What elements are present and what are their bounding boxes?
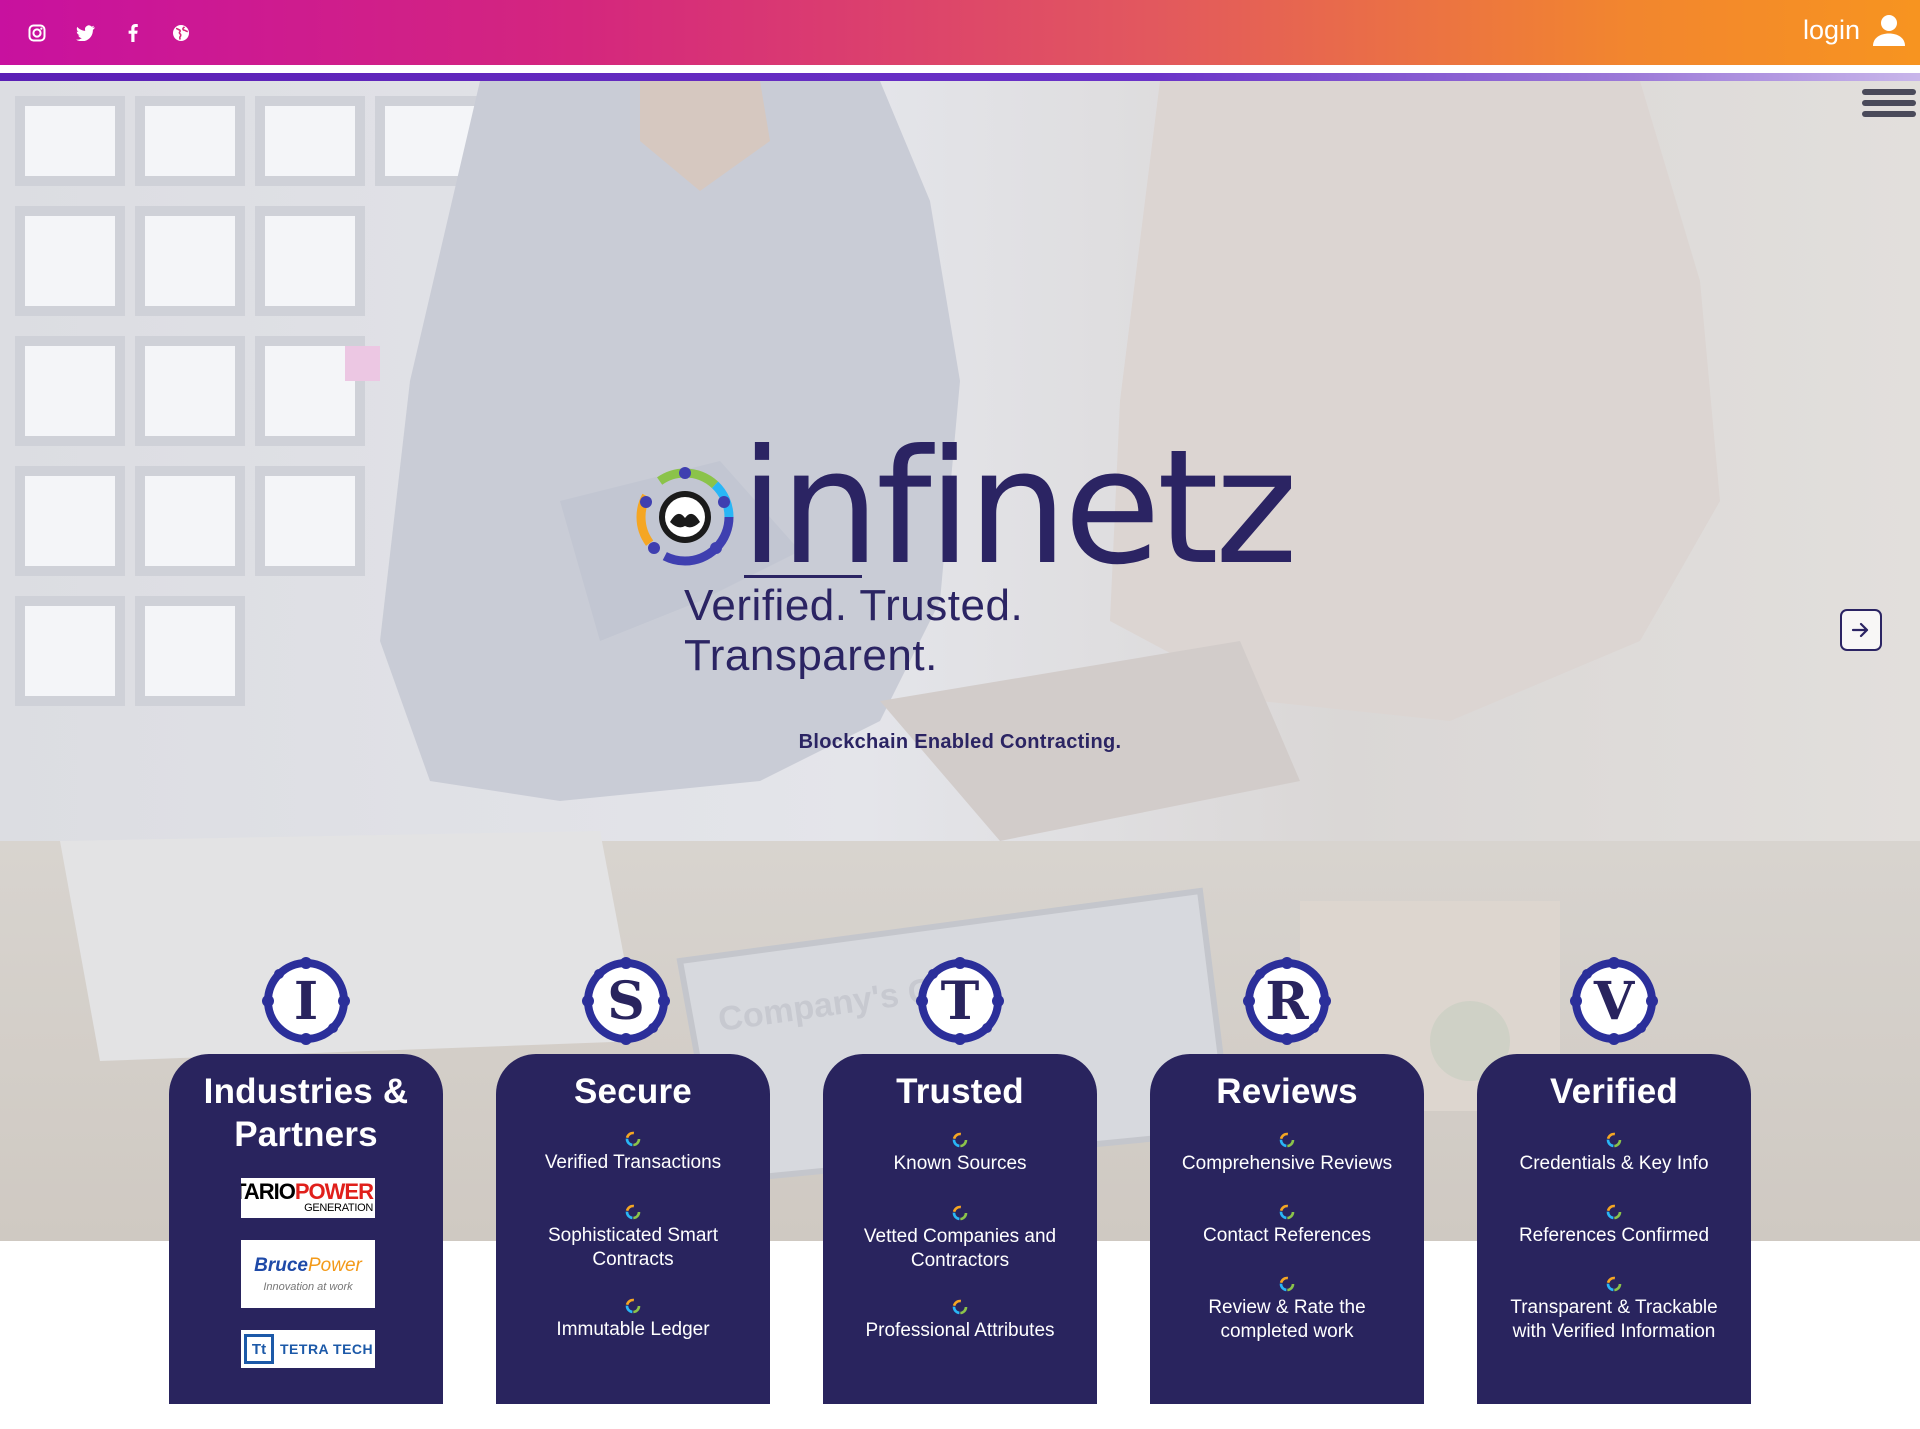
- infinetz-mini-logo-icon: [625, 1131, 641, 1147]
- twitter-icon[interactable]: [74, 22, 96, 44]
- feature-item: References Confirmed: [1477, 1202, 1751, 1248]
- infinetz-mini-logo-icon: [952, 1299, 968, 1315]
- infinetz-mini-logo-icon: [1279, 1276, 1295, 1292]
- hamburger-menu-icon[interactable]: [1862, 89, 1916, 117]
- svg-text:I: I: [294, 971, 318, 1032]
- card-verified: Verified Credentials & Key Info Referenc…: [1477, 1054, 1751, 1404]
- feature-item: Professional Attributes: [823, 1297, 1097, 1343]
- feature-item: Sophisticated Smart Contracts: [496, 1202, 770, 1272]
- infinetz-mini-logo-icon: [1606, 1132, 1622, 1148]
- feature-item: Comprehensive Reviews: [1150, 1130, 1424, 1176]
- feature-text: Verified Transactions: [544, 1152, 722, 1173]
- feature-item: Transparent & Trackable with Verified Inf…: [1477, 1274, 1751, 1344]
- login-label: login: [1802, 14, 1860, 45]
- card-reviews: Reviews Comprehensive Reviews Contact Re…: [1150, 1054, 1424, 1404]
- partner-name-a: ONTARIO: [241, 1179, 296, 1204]
- facebook-icon[interactable]: [122, 22, 144, 44]
- letter-badge-r: R: [1243, 957, 1331, 1045]
- user-icon: [1873, 15, 1905, 46]
- card-title: Reviews: [1216, 1072, 1358, 1111]
- feature-text: Comprehensive Reviews: [1181, 1153, 1393, 1174]
- partner-name-a: Bruce: [254, 1255, 308, 1276]
- infinetz-logo-icon: [636, 467, 734, 566]
- feature-item: Contact References: [1150, 1202, 1424, 1248]
- brand-underline: [744, 575, 862, 578]
- letter-badge-i: I: [262, 957, 350, 1045]
- feature-item: Review & Rate the completed work: [1150, 1274, 1424, 1344]
- partner-name-a: Tt: [244, 1334, 274, 1364]
- feature-text: Contact References: [1203, 1225, 1371, 1246]
- feature-text: References Confirmed: [1518, 1225, 1710, 1246]
- feature-item: Vetted Companies and Contractors: [823, 1203, 1097, 1273]
- top-bar: login: [0, 0, 1920, 65]
- svg-text:T: T: [941, 971, 980, 1032]
- infinetz-mini-logo-icon: [952, 1205, 968, 1221]
- letter-badge-v: V: [1570, 957, 1658, 1045]
- feature-text: Vetted Companies and Contractors: [863, 1226, 1057, 1271]
- infinetz-mini-logo-icon: [1606, 1204, 1622, 1220]
- feature-item: Known Sources: [823, 1130, 1097, 1176]
- hero-subtagline: Blockchain Enabled Contracting.: [798, 731, 1122, 753]
- svg-text:R: R: [1265, 971, 1309, 1032]
- card-title-line2: Partners: [234, 1115, 378, 1154]
- feature-text: Immutable Ledger: [556, 1319, 710, 1340]
- feature-item: Verified Transactions: [496, 1129, 770, 1175]
- infinetz-mini-logo-icon: [952, 1132, 968, 1148]
- globe-icon[interactable]: [170, 22, 192, 44]
- brand-logo: infinetz Verified. Trusted. Transparent.: [632, 429, 1298, 680]
- arrow-right-icon: [1851, 622, 1869, 638]
- letter-badge-t: T: [916, 957, 1004, 1045]
- card-title-line1: Industries &: [203, 1072, 409, 1111]
- infinetz-mini-logo-icon: [1606, 1276, 1622, 1292]
- card-title: Trusted: [896, 1072, 1024, 1111]
- feature-text: Credentials & Key Info: [1519, 1153, 1709, 1174]
- feature-text: Professional Attributes: [865, 1320, 1055, 1341]
- next-slide-button[interactable]: [1840, 609, 1882, 651]
- partner-logo-ontario-power[interactable]: ONTARIOPOWER GENERATION: [241, 1178, 375, 1218]
- login-button[interactable]: login: [1803, 14, 1906, 46]
- infinetz-mini-logo-icon: [1279, 1204, 1295, 1220]
- partner-logo-tetra-tech[interactable]: Tt TETRA TECH: [241, 1330, 375, 1368]
- partner-name-c: GENERATION: [304, 1202, 373, 1214]
- feature-item: Immutable Ledger: [496, 1296, 770, 1342]
- card-title: Industries & Partners: [169, 1070, 443, 1156]
- feature-text: Review & Rate the completed work: [1208, 1297, 1366, 1342]
- feature-text: Sophisticated Smart Contracts: [547, 1225, 719, 1270]
- infinetz-mini-logo-icon: [1279, 1132, 1295, 1148]
- brand-tagline: Verified. Trusted. Transparent.: [684, 581, 1024, 680]
- feature-text: Transparent & Trackable with Verified Inf…: [1510, 1297, 1718, 1342]
- infinetz-mini-logo-icon: [625, 1204, 641, 1220]
- card-title: Verified: [1549, 1072, 1679, 1111]
- feature-item: Credentials & Key Info: [1477, 1130, 1751, 1176]
- card-industries-partners: Industries & Partners ONTARIOPOWER GENER…: [169, 1054, 443, 1404]
- brand-wordmark: infinetz: [740, 416, 1298, 600]
- card-secure: Secure Verified Transactions Sophisticat…: [496, 1054, 770, 1404]
- partner-name-b: Power: [308, 1255, 362, 1276]
- partner-name-b: TETRA TECH: [280, 1341, 374, 1357]
- svg-text:S: S: [607, 971, 645, 1032]
- partner-name-c: Innovation at work: [263, 1281, 353, 1293]
- letter-badge-s: S: [582, 957, 670, 1045]
- card-trusted: Trusted Known Sources Vetted Companies a…: [823, 1054, 1097, 1404]
- infinetz-mini-logo-icon: [625, 1298, 641, 1314]
- feature-text: Known Sources: [893, 1153, 1027, 1174]
- partner-name-b: POWER: [294, 1179, 374, 1204]
- instagram-icon[interactable]: [26, 22, 48, 44]
- partner-logo-bruce-power[interactable]: BrucePower Innovation at work: [241, 1240, 375, 1308]
- svg-text:V: V: [1593, 971, 1636, 1032]
- card-title: Secure: [574, 1072, 692, 1111]
- social-links: [26, 22, 192, 44]
- accent-divider: [0, 73, 1920, 81]
